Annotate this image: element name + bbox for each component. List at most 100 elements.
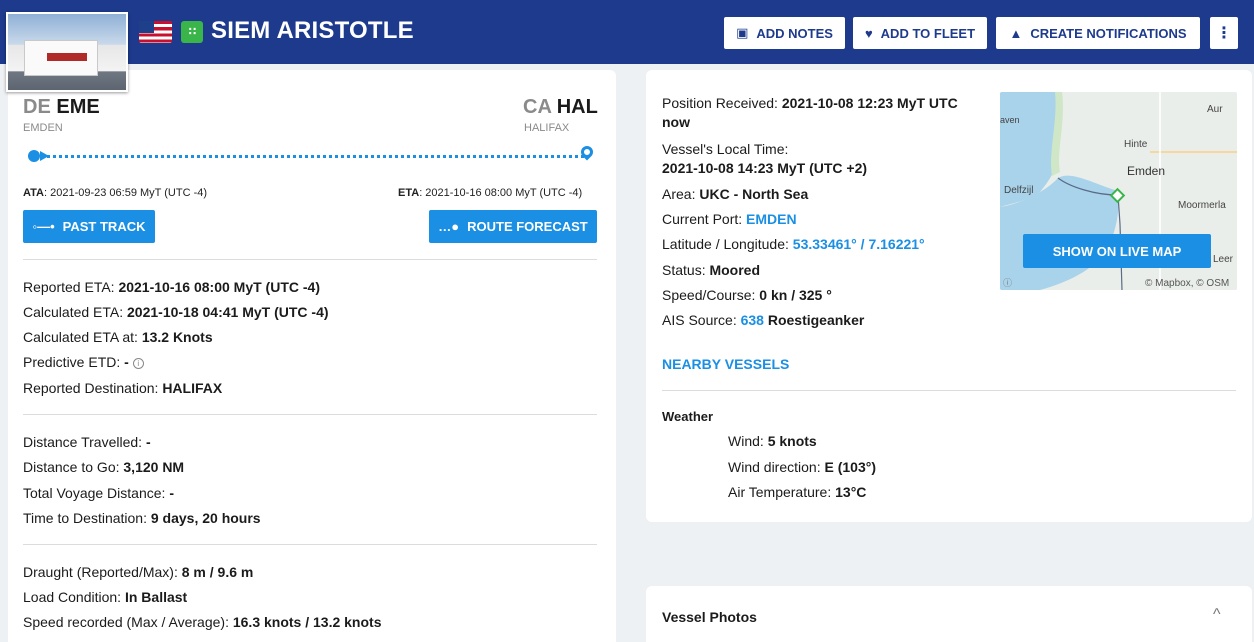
distance-to-go-value: 3,120 NM (123, 459, 185, 475)
chevron-up-icon[interactable]: ^ (1213, 606, 1221, 624)
more-options-button[interactable]: ⋮ (1210, 17, 1238, 49)
calculated-eta-label: Calculated ETA: (23, 304, 128, 320)
local-time-value-text: 2021-10-08 14:23 MyT (UTC +2) (662, 160, 868, 176)
distance-travelled-value: - (145, 434, 151, 450)
map-label: Aur (1207, 104, 1223, 115)
air-temperature-value: 13°C (835, 484, 867, 500)
info-icon[interactable]: i (132, 358, 144, 369)
time-to-destination-label: Time to Destination: (23, 510, 151, 526)
draught-row: Draught (Reported/Max): 8 m / 9.6 m (23, 564, 253, 580)
speed-course-row: Speed/Course: 0 kn / 325 ° (662, 287, 832, 303)
wind-row: Wind: 5 knots (728, 433, 817, 449)
ship-image (24, 40, 98, 76)
draught-value: 8 m / 9.6 m (181, 564, 254, 580)
past-track-label: PAST TRACK (62, 219, 146, 234)
eta-text: ETA: 2021-10-16 08:00 MyT (UTC -4) (398, 187, 582, 199)
lat-lon-link[interactable]: 53.33461° / 7.16221° (793, 236, 925, 252)
position-received-label: Position Received: (662, 95, 782, 111)
eta-value: : 2021-10-16 08:00 MyT (UTC -4) (419, 187, 583, 199)
time-to-destination-row: Time to Destination: 9 days, 20 hours (23, 510, 261, 526)
destination-port-name: HALIFAX (524, 122, 570, 134)
ata-text: ATA: 2021-09-23 06:59 MyT (UTC -4) (23, 187, 207, 199)
position-received-row: Position Received: 2021-10-08 12:23 MyT … (662, 95, 958, 111)
route-forecast-button[interactable]: …● ROUTE FORECAST (429, 210, 597, 243)
vessel-thumbnail[interactable] (6, 12, 128, 92)
add-notes-button[interactable]: ▣ ADD NOTES (724, 17, 845, 49)
vessel-photos-title: Vessel Photos (662, 609, 757, 625)
destination-country-code: CA (523, 96, 552, 118)
reported-eta-value: 2021-10-16 08:00 MyT (UTC -4) (118, 279, 320, 295)
voyage-progress-line (34, 155, 584, 158)
destination-port-code[interactable]: CA HAL (523, 96, 598, 119)
wind-direction-label: Wind direction: (728, 459, 825, 475)
draught-label: Draught (Reported/Max): (23, 564, 182, 580)
map-label: aven (1000, 115, 1020, 125)
load-condition-row: Load Condition: In Ballast (23, 589, 187, 605)
calculated-eta-row: Calculated ETA: 2021-10-18 04:41 MyT (UT… (23, 304, 329, 320)
weather-heading: Weather (662, 409, 714, 424)
divider (662, 390, 1236, 391)
area-row: Area: UKC - North Sea (662, 186, 808, 202)
map-label: Delfzijl (1004, 185, 1033, 196)
past-track-button[interactable]: ◦—• PAST TRACK (23, 210, 155, 243)
map-label: Hinte (1124, 139, 1148, 150)
area-value: UKC - North Sea (699, 186, 809, 202)
speed-recorded-value: 16.3 knots / 13.2 knots (232, 614, 382, 630)
show-on-live-map-button[interactable]: SHOW ON LIVE MAP (1023, 234, 1211, 268)
load-condition-label: Load Condition: (23, 589, 125, 605)
bell-icon: ▲ (1009, 25, 1023, 41)
ata-value: : 2021-09-23 06:59 MyT (UTC -4) (43, 187, 208, 199)
origin-locode: EME (56, 96, 100, 118)
destination-locode: HAL (556, 96, 598, 118)
reported-destination-label: Reported Destination: (23, 380, 163, 396)
eta-label: ETA (398, 187, 420, 199)
status-value: Moored (709, 262, 761, 278)
vessel-position-icon (28, 150, 40, 162)
air-temperature-row: Air Temperature: 13°C (728, 484, 866, 500)
calculated-eta-at-row: Calculated ETA at: 13.2 Knots (23, 329, 213, 345)
total-voyage-distance-value: - (169, 485, 174, 501)
total-voyage-distance-label: Total Voyage Distance: (23, 485, 170, 501)
total-voyage-distance-row: Total Voyage Distance: - (23, 485, 174, 501)
map-attribution: © Mapbox, © OSM (1145, 278, 1229, 289)
heart-icon: ♥ (864, 25, 873, 41)
ais-source-name: Roestigeanker (767, 312, 865, 328)
cargo-vessel-icon: ∷ (181, 21, 203, 43)
calculated-eta-at-label: Calculated ETA at: (23, 329, 142, 345)
wind-direction-value: E (103°) (824, 459, 876, 475)
map-label: Emden (1127, 164, 1165, 178)
load-condition-value: In Ballast (124, 589, 188, 605)
nearby-vessels-link[interactable]: NEARBY VESSELS (662, 356, 789, 372)
route-forecast-label: ROUTE FORECAST (467, 219, 588, 234)
ais-source-id-link[interactable]: 638 (741, 312, 764, 328)
calculated-eta-value: 2021-10-18 04:41 MyT (UTC -4) (127, 304, 329, 320)
wind-value: 5 knots (767, 433, 817, 449)
reported-eta-row: Reported ETA: 2021-10-16 08:00 MyT (UTC … (23, 279, 320, 295)
create-notifications-button[interactable]: ▲ CREATE NOTIFICATIONS (996, 17, 1200, 49)
add-notes-label: ADD NOTES (756, 25, 833, 41)
distance-to-go-row: Distance to Go: 3,120 NM (23, 459, 184, 475)
add-note-icon: ▣ (736, 25, 749, 40)
wind-direction-row: Wind direction: E (103°) (728, 459, 876, 475)
current-port-label: Current Port: (662, 211, 747, 227)
track-icon: ◦—• (32, 219, 55, 234)
divider (23, 544, 597, 545)
local-time-value: 2021-10-08 14:23 MyT (UTC +2) (662, 160, 867, 176)
divider (23, 259, 597, 260)
lat-lon-row: Latitude / Longitude: 53.33461° / 7.1622… (662, 236, 925, 252)
add-to-fleet-button[interactable]: ♥ ADD TO FLEET (853, 17, 987, 49)
origin-country-code: DE (23, 96, 51, 118)
predictive-etd-row: Predictive ETD: -i (23, 354, 144, 370)
wind-label: Wind: (728, 433, 768, 449)
air-temperature-label: Air Temperature: (728, 484, 836, 500)
calculated-eta-at-value: 13.2 Knots (141, 329, 213, 345)
status-row: Status: Moored (662, 262, 760, 278)
current-port-link[interactable]: EMDEN (746, 211, 797, 227)
origin-port-code[interactable]: DE EME (23, 96, 100, 119)
time-to-destination-value: 9 days, 20 hours (150, 510, 261, 526)
area-label: Area: (662, 186, 700, 202)
predictive-etd-label: Predictive ETD: (23, 354, 125, 370)
distance-travelled-row: Distance Travelled: - (23, 434, 151, 450)
ais-source-row: AIS Source: 638 Roestigeanker (662, 312, 864, 328)
position-received-relative: now (662, 114, 690, 130)
